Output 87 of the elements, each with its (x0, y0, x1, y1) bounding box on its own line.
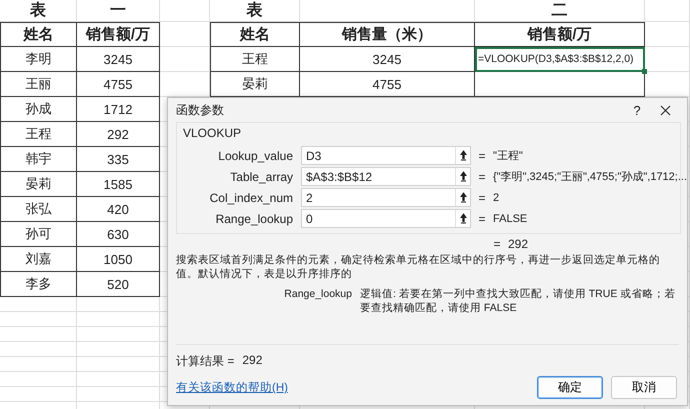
argument-label: Table_array (229, 170, 294, 184)
column-header: 姓名 (0, 22, 77, 47)
empty-cell[interactable] (77, 327, 160, 342)
table-cell: 刘嘉 (0, 247, 77, 272)
column-header: 姓名 (210, 22, 300, 47)
column-header: 销售额/万 (475, 22, 645, 47)
table-cell: 4755 (77, 72, 160, 97)
table-cell: 张弘 (0, 197, 77, 222)
argument-result: 2 (493, 192, 500, 204)
collapse-icon[interactable] (460, 213, 466, 224)
equals-sign: = (477, 190, 486, 204)
empty-cell[interactable] (645, 47, 690, 72)
empty-cell[interactable] (645, 22, 690, 47)
empty-cell[interactable] (0, 312, 77, 327)
argument-result: FALSE (493, 212, 528, 224)
collapse-icon[interactable] (460, 192, 466, 203)
column-header: 销售量（米） (300, 22, 475, 47)
empty-cell[interactable] (0, 297, 77, 312)
empty-cell[interactable] (0, 342, 77, 357)
table-cell: 1050 (77, 247, 160, 272)
table-cell: 王程 (0, 122, 77, 147)
empty-cell[interactable] (77, 312, 160, 327)
equals-sign: = (477, 170, 486, 184)
empty-cell[interactable] (77, 387, 160, 402)
empty-cell[interactable] (645, 0, 690, 22)
empty-cell[interactable] (0, 372, 77, 387)
empty-cell[interactable] (300, 0, 475, 22)
table-cell: 孙成 (0, 97, 77, 122)
calc-result-label: 计算结果 = (176, 353, 234, 370)
empty-cell[interactable] (77, 357, 160, 372)
table-cell: 520 (77, 272, 160, 297)
table-cell: 420 (77, 197, 160, 222)
empty-cell[interactable] (77, 372, 160, 387)
table-cell: 3245 (300, 47, 475, 72)
table-title: 一 (77, 0, 160, 22)
empty-cell[interactable] (77, 297, 160, 312)
formula-result: 292 (508, 237, 530, 251)
argument-field[interactable]: $A$3:$B$12 (301, 167, 471, 186)
ok-button[interactable]: 确定 (537, 376, 603, 399)
table-cell: 1712 (77, 97, 160, 122)
collapse-icon[interactable] (460, 150, 466, 161)
table-cell: 韩宇 (0, 147, 77, 172)
cancel-button[interactable]: 取消 (611, 376, 677, 399)
empty-cell[interactable] (0, 327, 77, 342)
table-cell: 李明 (0, 47, 77, 72)
equals-sign: = (492, 237, 502, 251)
argument-field[interactable]: 0 (301, 209, 471, 228)
argument-result: "王程" (493, 149, 524, 163)
table-cell: 1585 (77, 172, 160, 197)
argument-label: Col_index_num (208, 190, 294, 204)
equals-sign: = (477, 212, 486, 226)
table-cell: 335 (77, 147, 160, 172)
empty-cell[interactable] (160, 22, 210, 47)
argument-field[interactable]: D3 (301, 146, 471, 165)
argument-name: Range_lookup (283, 287, 352, 302)
function-description: 搜索表区域首列满足条件的元素，确定待检索单元格在区域中的行序号，再进一步返回选定单元格的值。默认情况下，表是以升序排序的 (176, 253, 661, 281)
help-button[interactable]: ? (623, 102, 651, 118)
argument-description: 逻辑值: 若要在第一列中查找大致匹配，请使用 TRUE 或省略；若要查找精确匹配，请使用 FALSE (360, 287, 676, 315)
table-title: 二 (475, 0, 645, 22)
argument-label: Range_lookup (214, 212, 294, 226)
help-link[interactable]: 有关该函数的帮助(H) (176, 380, 529, 395)
empty-cell[interactable] (160, 0, 210, 22)
empty-cell[interactable] (77, 342, 160, 357)
argument-result: {"李明",3245;"王丽",4755;"孙成",1712;... (493, 170, 688, 184)
table-title: 表 (0, 0, 77, 22)
equals-sign: = (477, 148, 486, 162)
column-header: 销售额/万 (77, 22, 160, 47)
empty-cell[interactable] (0, 357, 77, 372)
table-cell: 3245 (77, 47, 160, 72)
table-title: 表 (210, 0, 300, 22)
table-cell: 630 (77, 222, 160, 247)
table-cell: 李多 (0, 272, 77, 297)
function-name: VLOOKUP (183, 126, 242, 140)
table-cell: 292 (77, 122, 160, 147)
empty-cell[interactable] (0, 387, 77, 402)
argument-label: Lookup_value (217, 148, 294, 162)
table-cell: 晏莉 (0, 172, 77, 197)
calc-result-value: 292 (242, 353, 262, 369)
formula-cell[interactable]: =VLOOKUP(D3,$A$3:$B$12,2,0) (475, 47, 645, 72)
close-icon[interactable] (660, 104, 670, 116)
dialog-title: 函数参数 (176, 102, 225, 118)
table-cell: 孙可 (0, 222, 77, 247)
argument-field[interactable]: 2 (301, 188, 471, 207)
empty-cell[interactable] (160, 47, 210, 72)
table-cell: 王程 (210, 47, 300, 72)
collapse-icon[interactable] (460, 171, 466, 182)
table-cell: 王丽 (0, 72, 77, 97)
